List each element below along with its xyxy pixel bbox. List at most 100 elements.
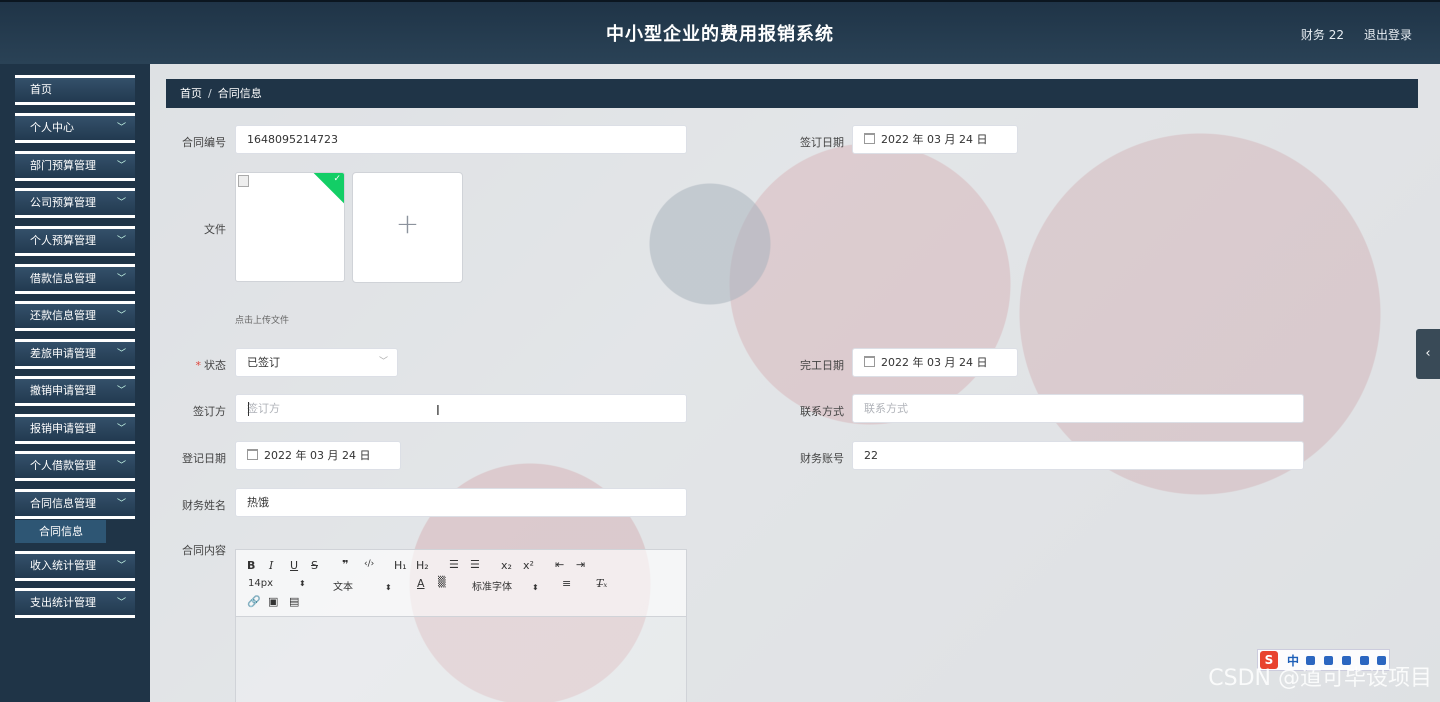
chevron-left-icon[interactable]: ‹: [1416, 329, 1440, 379]
upload-add-button[interactable]: +: [352, 172, 463, 283]
mouse-text-cursor-icon: I: [436, 404, 440, 419]
watermark: CSDN @道可毕设项目: [1208, 666, 1432, 691]
required-mark: *: [195, 359, 202, 372]
sidebar-item-expense-stats[interactable]: 支出统计管理 ﹀: [15, 588, 135, 618]
signer-placeholder: 签订方: [247, 402, 280, 415]
superscript-icon[interactable]: x²: [523, 559, 534, 572]
sidebar-item-loan-info[interactable]: 借款信息管理 ﹀: [15, 264, 135, 294]
sidebar-item-label: 个人预算管理: [30, 234, 96, 247]
uploaded-file-thumbnail[interactable]: ✓: [235, 172, 345, 282]
heading-2-icon[interactable]: H₂: [416, 559, 429, 572]
sign-date-label: 签订日期: [800, 136, 844, 149]
rich-text-editor: B I U S ❞ ‹/› H₁ H₂ ☰ ☰ x₂ x² ⇤ ⇥ 14px ⬍ …: [235, 549, 687, 702]
signer-input[interactable]: 签订方: [235, 394, 687, 423]
image-icon[interactable]: ▣: [268, 595, 278, 608]
chevron-down-icon: ﹀: [116, 161, 126, 171]
background-color-icon[interactable]: ▒: [438, 577, 446, 588]
finish-date-picker[interactable]: 2022 年 03 月 24 日: [852, 348, 1018, 377]
text-type-select[interactable]: 文本 ⬍: [333, 578, 392, 593]
sign-date-value: 2022 年 03 月 24 日: [881, 133, 988, 146]
register-date-picker[interactable]: 2022 年 03 月 24 日: [235, 441, 401, 470]
main-content: 首页 / 合同信息 合同编号 1648095214723 签订日期 2022 年 0…: [150, 64, 1440, 702]
align-icon[interactable]: ≡: [562, 577, 571, 590]
sidebar-item-label: 差旅申请管理: [30, 347, 96, 360]
outdent-icon[interactable]: ⇤: [555, 558, 564, 571]
strikethrough-icon[interactable]: S: [311, 559, 318, 572]
sign-date-picker[interactable]: 2022 年 03 月 24 日: [852, 125, 1018, 154]
sidebar-item-label: 合同信息管理: [30, 497, 96, 510]
bold-icon[interactable]: B: [247, 559, 255, 572]
clear-format-icon[interactable]: T̶ₓ: [596, 577, 607, 590]
chevron-down-icon: ﹀: [116, 386, 126, 396]
sidebar-item-home[interactable]: 首页: [15, 75, 135, 105]
sidebar-item-label: 个人中心: [30, 121, 74, 134]
sidebar-item-revoke-request[interactable]: 撤销申请管理 ﹀: [15, 376, 135, 406]
chevron-down-icon: ﹀: [116, 499, 126, 509]
plus-icon: +: [395, 207, 420, 240]
sidebar-item-dept-budget[interactable]: 部门预算管理 ﹀: [15, 151, 135, 181]
chevron-down-icon: ﹀: [116, 598, 126, 608]
chevron-down-icon: ﹀: [116, 561, 126, 571]
logout-link[interactable]: 退出登录: [1364, 26, 1412, 43]
font-family-value: 标准字体: [472, 582, 512, 593]
underline-icon[interactable]: U: [290, 559, 298, 572]
font-color-icon[interactable]: A: [417, 577, 425, 590]
finance-name-label: 财务姓名: [182, 499, 226, 512]
sidebar-item-label: 收入统计管理: [30, 559, 96, 572]
top-header: 中小型企业的费用报销系统 财务 22 退出登录: [0, 0, 1440, 64]
bullet-list-icon[interactable]: ☰: [470, 558, 480, 571]
status-select[interactable]: 已签订 ﹀: [235, 348, 398, 377]
contract-no-input[interactable]: 1648095214723: [235, 125, 687, 154]
contract-no-label: 合同编号: [182, 136, 226, 149]
register-date-label: 登记日期: [182, 452, 226, 465]
sidebar-item-label: 公司预算管理: [30, 196, 96, 209]
font-family-select[interactable]: 标准字体 ⬍: [472, 578, 539, 593]
heading-1-icon[interactable]: H₁: [394, 559, 407, 572]
code-block-icon[interactable]: ‹/›: [364, 559, 374, 569]
chevron-down-icon: ﹀: [116, 123, 126, 133]
indent-icon[interactable]: ⇥: [576, 558, 585, 571]
chevron-down-icon: ﹀: [378, 357, 388, 367]
blockquote-icon[interactable]: ❞: [342, 558, 348, 571]
sidebar-item-company-budget[interactable]: 公司预算管理 ﹀: [15, 188, 135, 218]
calendar-icon: [864, 356, 875, 367]
sidebar-item-contract-info[interactable]: 合同信息管理 ﹀: [15, 489, 135, 519]
submenu-item-contract-info[interactable]: 合同信息: [15, 520, 106, 543]
status-label: * 状态: [150, 357, 227, 373]
finish-date-value: 2022 年 03 月 24 日: [881, 356, 988, 369]
file-label: 文件: [204, 223, 226, 236]
chevron-down-icon: ﹀: [116, 349, 126, 359]
upload-tip: 点击上传文件: [235, 316, 290, 326]
ordered-list-icon[interactable]: ☰: [449, 558, 459, 571]
sidebar-item-personal-budget[interactable]: 个人预算管理 ﹀: [15, 226, 135, 256]
sidebar-item-income-stats[interactable]: 收入统计管理 ﹀: [15, 551, 135, 581]
finance-account-input[interactable]: 22: [852, 441, 1304, 470]
sidebar-item-label: 还款信息管理: [30, 309, 96, 322]
breadcrumb-current: 合同信息: [217, 87, 262, 100]
register-date-value: 2022 年 03 月 24 日: [264, 449, 371, 462]
finance-name-input[interactable]: 热饿: [235, 488, 687, 517]
video-icon[interactable]: ▤: [289, 595, 299, 608]
current-user: 财务 22: [1300, 28, 1344, 42]
sidebar-item-personal-loan[interactable]: 个人借款管理 ﹀: [15, 451, 135, 481]
breadcrumb-separator: /: [208, 87, 212, 100]
contact-label: 联系方式: [800, 405, 844, 418]
sidebar-item-personal-center[interactable]: 个人中心 ﹀: [15, 113, 135, 143]
subscript-icon[interactable]: x₂: [501, 559, 512, 572]
updown-icon: ⬍: [532, 583, 539, 592]
broken-image-icon: [238, 175, 249, 187]
link-icon[interactable]: 🔗: [247, 595, 261, 608]
contact-input[interactable]: 联系方式: [852, 394, 1304, 423]
italic-icon[interactable]: I: [269, 559, 273, 572]
sidebar-item-repay-info[interactable]: 还款信息管理 ﹀: [15, 301, 135, 331]
sidebar-item-travel-request[interactable]: 差旅申请管理 ﹀: [15, 339, 135, 369]
font-size-select[interactable]: 14px ⬍: [248, 578, 306, 589]
sidebar-item-label: 个人借款管理: [30, 459, 96, 472]
breadcrumb-home[interactable]: 首页: [180, 87, 202, 100]
updown-icon: ⬍: [299, 579, 306, 588]
sidebar-item-label: 首页: [30, 83, 52, 96]
calendar-icon: [247, 449, 258, 460]
sidebar-item-label: 部门预算管理: [30, 159, 96, 172]
chevron-down-icon: ﹀: [116, 424, 126, 434]
sidebar-item-reimburse-request[interactable]: 报销申请管理 ﹀: [15, 414, 135, 444]
